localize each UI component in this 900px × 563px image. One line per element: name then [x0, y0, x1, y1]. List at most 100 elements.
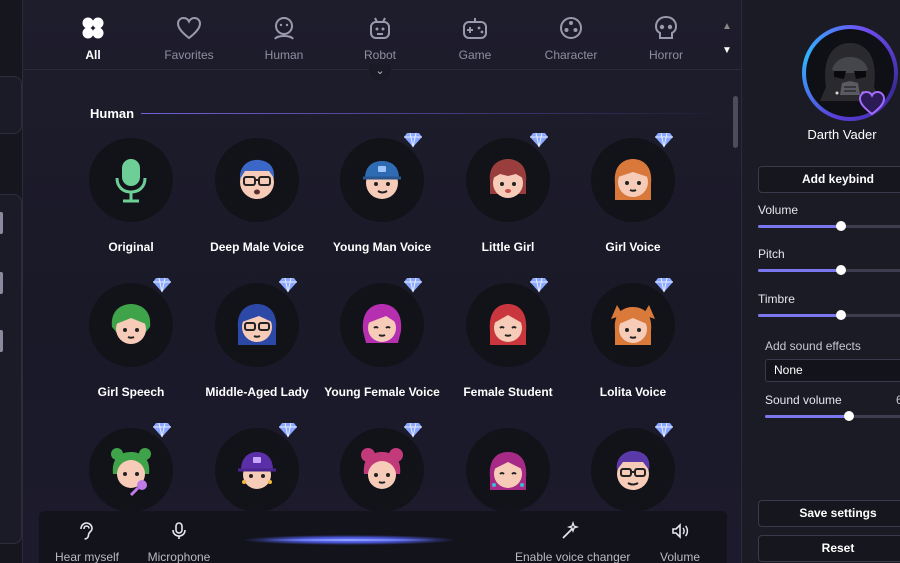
volume-slider[interactable]: [758, 221, 900, 231]
premium-diamond-icon: [404, 277, 422, 293]
slider-thumb[interactable]: [835, 221, 846, 231]
girl-green-hair-icon: [111, 304, 151, 344]
premium-diamond-icon: [153, 277, 171, 293]
voice-avatar: [591, 428, 675, 512]
voice-card[interactable]: Girl Voice: [570, 132, 696, 278]
volume-slider-label: Volume: [758, 203, 799, 217]
voice-level-line: [263, 539, 435, 541]
female-student-icon: [489, 304, 527, 345]
category-scroll: ▲ ▼: [720, 20, 734, 58]
voice-label: Lolita Voice: [599, 385, 667, 399]
voice-label: Young Man Voice: [332, 240, 432, 254]
tab-label: Character: [544, 48, 598, 62]
slider-thumb[interactable]: [835, 265, 846, 275]
microphone-label: Microphone: [147, 550, 211, 563]
voice-card[interactable]: Girl Speech: [68, 277, 194, 423]
skull-icon: [654, 15, 678, 39]
voice-label: Female Student: [463, 385, 553, 399]
voice-card[interactable]: Deep Male Voice: [194, 138, 320, 278]
voice-card[interactable]: Original: [68, 138, 194, 278]
premium-diamond-icon: [404, 422, 422, 438]
premium-diamond-icon: [279, 277, 297, 293]
girl-icon: [614, 159, 652, 200]
slider-thumb[interactable]: [835, 310, 846, 320]
save-settings-button[interactable]: Save settings: [758, 500, 900, 527]
tab-label: Robot: [363, 48, 397, 62]
left-panel-handle[interactable]: [0, 330, 3, 352]
young-man-cap-icon: [363, 161, 401, 199]
scroll-down-icon[interactable]: ▼: [720, 44, 734, 58]
selected-voice-name: Darth Vader: [807, 127, 877, 142]
pitch-slider[interactable]: [758, 265, 900, 275]
left-panel-card: [0, 194, 22, 544]
tab-label: Game: [458, 48, 492, 62]
tab-robot[interactable]: Robot: [340, 14, 420, 62]
voice-card[interactable]: Young Man Voice: [319, 132, 445, 278]
premium-diamond-icon: [655, 132, 673, 148]
chevron-down-icon[interactable]: ⌄: [369, 64, 391, 80]
sound-volume-label: Sound volume: [765, 393, 842, 407]
sound-effects-select[interactable]: None: [765, 359, 900, 382]
tab-human[interactable]: Human: [244, 14, 324, 62]
girl-pink-buns-icon: [361, 448, 403, 489]
left-panel-card: [0, 76, 22, 134]
voice-avatar: [466, 428, 550, 512]
human-face-icon: [274, 17, 294, 40]
voice-card[interactable]: Middle-Aged Lady: [194, 277, 320, 423]
lady-glasses-icon: [237, 304, 277, 345]
section-title: Human: [90, 106, 135, 121]
voice-card[interactable]: Young Female Voice: [319, 277, 445, 423]
sound-volume-slider[interactable]: [765, 411, 900, 421]
tab-horror[interactable]: Horror: [626, 14, 706, 62]
girl-mic-icon: [111, 448, 151, 496]
enable-voice-changer-label: Enable voice changer: [515, 550, 631, 563]
man-glasses-icon: [239, 159, 275, 199]
robot-icon: [370, 17, 390, 39]
speaker-icon: [672, 523, 689, 539]
voice-settings-panel: Darth Vader Add keybind Volume Pitch Tim…: [742, 0, 900, 563]
hear-myself-button[interactable]: Hear myself: [55, 521, 120, 563]
tab-character[interactable]: Character: [531, 14, 611, 62]
microphone-button[interactable]: Microphone: [144, 521, 214, 563]
voice-avatar: [215, 138, 299, 222]
premium-diamond-icon: [404, 132, 422, 148]
sound-volume-value: 6: [896, 393, 900, 407]
voice-label: Original: [108, 240, 154, 254]
ear-icon: [80, 522, 93, 540]
clover-icon: [82, 17, 104, 39]
voice-label: Girl Voice: [605, 240, 661, 254]
premium-diamond-icon: [655, 422, 673, 438]
left-panel-handle[interactable]: [0, 272, 3, 294]
voice-avatar: [215, 428, 299, 512]
volume-label: Volume: [659, 550, 701, 563]
voice-card[interactable]: Lolita Voice: [570, 277, 696, 423]
category-bar: All Favorites Human Robot Game Character…: [23, 0, 743, 70]
favorite-heart-icon[interactable]: [858, 90, 886, 116]
reset-button[interactable]: Reset: [758, 535, 900, 562]
voice-card[interactable]: Female Student: [445, 277, 571, 423]
timbre-slider[interactable]: [758, 310, 900, 320]
voice-list-scrollbar[interactable]: [733, 96, 738, 148]
tab-label: Human: [264, 48, 304, 62]
left-panel-handle[interactable]: [0, 212, 3, 234]
volume-button[interactable]: Volume: [655, 521, 705, 563]
gamepad-icon: [463, 18, 487, 39]
voice-avatar: [591, 138, 675, 222]
sound-effects-value: None: [774, 363, 803, 377]
voice-avatar: [466, 138, 550, 222]
premium-diamond-icon: [530, 277, 548, 293]
voice-card[interactable]: Little Girl: [445, 132, 571, 278]
tab-label: All: [85, 48, 101, 62]
tab-game[interactable]: Game: [435, 14, 515, 62]
hear-myself-label: Hear myself: [55, 550, 120, 563]
tab-favorites[interactable]: Favorites: [149, 14, 229, 62]
little-girl-icon: [489, 159, 527, 198]
scroll-up-icon[interactable]: ▲: [720, 20, 734, 34]
man-purple-hair-icon: [616, 450, 650, 490]
slider-thumb[interactable]: [844, 411, 854, 421]
enable-voice-changer-button[interactable]: Enable voice changer: [515, 521, 631, 563]
tab-all[interactable]: All: [53, 14, 133, 62]
voice-label: Girl Speech: [97, 385, 165, 399]
voice-library: All Favorites Human Robot Game Character…: [22, 0, 743, 563]
add-keybind-button[interactable]: Add keybind: [758, 166, 900, 193]
